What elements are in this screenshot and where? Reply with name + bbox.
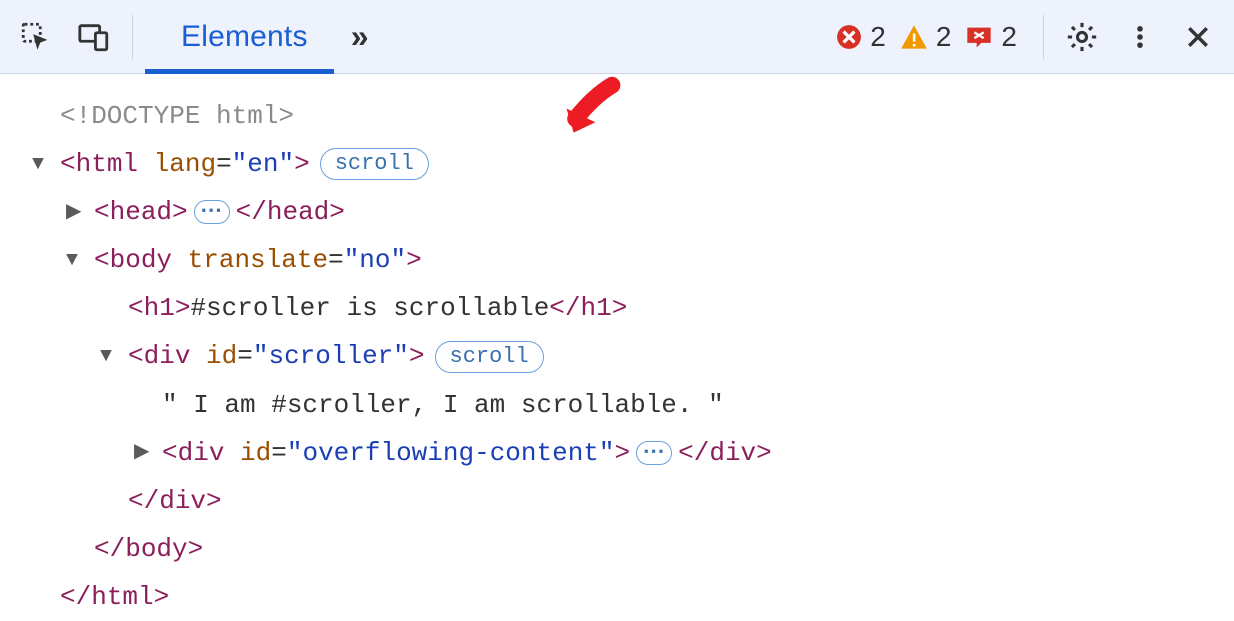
warning-count[interactable]: 2 — [900, 21, 952, 53]
elements-dom-tree[interactable]: <!DOCTYPE html> ▼ <html lang="en"> scrol… — [0, 74, 1234, 621]
scroll-badge[interactable]: scroll — [435, 341, 544, 373]
toolbar-separator — [1043, 15, 1044, 59]
dom-node-close-body[interactable]: </body> — [60, 525, 1234, 573]
close-icon[interactable] — [1172, 11, 1224, 63]
scroll-badge[interactable]: scroll — [320, 148, 429, 180]
dom-node-body[interactable]: ▼ <body translate="no"> — [60, 236, 1234, 284]
device-toolbar-icon[interactable] — [68, 11, 120, 63]
status-counts[interactable]: 2 2 2 — [836, 21, 1017, 53]
more-options-icon[interactable] — [1114, 11, 1166, 63]
dom-text-node[interactable]: " I am #scroller, I am scrollable. " — [60, 381, 1234, 429]
disclosure-down-icon[interactable]: ▼ — [100, 338, 120, 375]
dom-node-close-html[interactable]: </html> — [60, 573, 1234, 621]
issue-count[interactable]: 2 — [965, 21, 1017, 53]
dom-node-html[interactable]: ▼ <html lang="en"> scroll — [60, 140, 1234, 188]
devtools-toolbar: Elements » 2 2 2 — [0, 0, 1234, 74]
ellipsis-expand-icon[interactable]: ⋯ — [636, 441, 672, 465]
toolbar-separator — [132, 15, 133, 59]
more-tabs-icon[interactable]: » — [340, 11, 380, 63]
disclosure-right-icon[interactable]: ▶ — [134, 434, 154, 471]
doctype-text: <!DOCTYPE html> — [60, 92, 294, 140]
dom-node-doctype[interactable]: <!DOCTYPE html> — [60, 92, 1234, 140]
ellipsis-expand-icon[interactable]: ⋯ — [194, 200, 230, 224]
disclosure-down-icon[interactable]: ▼ — [66, 242, 86, 279]
settings-gear-icon[interactable] — [1056, 11, 1108, 63]
disclosure-right-icon[interactable]: ▶ — [66, 194, 86, 231]
dom-node-close-div[interactable]: </div> — [60, 477, 1234, 525]
warning-count-value: 2 — [936, 21, 952, 53]
tab-elements-label: Elements — [181, 20, 308, 54]
annotation-arrow-icon — [556, 74, 626, 161]
tab-elements[interactable]: Elements — [145, 0, 334, 73]
dom-node-scroller-div[interactable]: ▼ <div id="scroller"> scroll — [60, 332, 1234, 380]
error-count-value: 2 — [870, 21, 886, 53]
dom-node-h1[interactable]: <h1>#scroller is scrollable</h1> — [60, 284, 1234, 332]
dom-node-overflowing-div[interactable]: ▶ <div id="overflowing-content"> ⋯ </div… — [60, 429, 1234, 477]
inspect-element-icon[interactable] — [10, 11, 62, 63]
error-count[interactable]: 2 — [836, 21, 886, 53]
disclosure-down-icon[interactable]: ▼ — [32, 146, 52, 183]
issue-count-value: 2 — [1001, 21, 1017, 53]
dom-node-head[interactable]: ▶ <head> ⋯ </head> — [60, 188, 1234, 236]
